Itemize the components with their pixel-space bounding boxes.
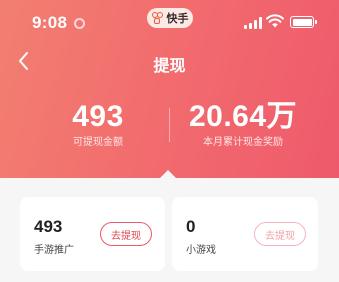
cellular-signal-icon: [244, 17, 264, 29]
card-label: 小游戏: [186, 245, 216, 256]
card-game-promotion: 493 手游推广 去提现: [20, 197, 165, 271]
app-name: 快手: [166, 13, 189, 25]
monthly-reward-amount: 20.64万: [188, 100, 298, 133]
header-banner: 9:08 快手 提现 493 可提现金额 20.64万 本月累计现金奖励: [0, 0, 339, 178]
card-value: 493: [34, 217, 63, 236]
monthly-reward-summary: 20.64万 本月累计现金奖励: [183, 100, 303, 150]
card-label: 手游推广: [34, 245, 74, 256]
recording-indicator-icon: [74, 18, 85, 29]
status-time: 9:08: [32, 13, 68, 32]
monthly-reward-label: 本月累计现金奖励: [203, 137, 283, 148]
withdrawable-amount: 493: [72, 100, 124, 133]
kuaishou-logo-icon: [151, 12, 164, 24]
withdrawable-summary: 493 可提现金额: [58, 100, 138, 150]
battery-icon: [290, 16, 317, 28]
withdraw-button-disabled[interactable]: 去提现: [254, 222, 306, 246]
app-indicator-pill[interactable]: 快手: [147, 8, 193, 28]
card-mini-games: 0 小游戏 去提现: [172, 197, 318, 271]
status-bar: 9:08 快手: [0, 0, 339, 40]
pointer-notch: [160, 170, 176, 178]
page-title: 提现: [153, 58, 186, 75]
card-value: 0: [186, 217, 196, 236]
wifi-icon: [266, 14, 284, 28]
withdrawable-label: 可提现金额: [73, 137, 123, 148]
summary-divider: [169, 108, 170, 142]
withdraw-button[interactable]: 去提现: [100, 222, 152, 246]
